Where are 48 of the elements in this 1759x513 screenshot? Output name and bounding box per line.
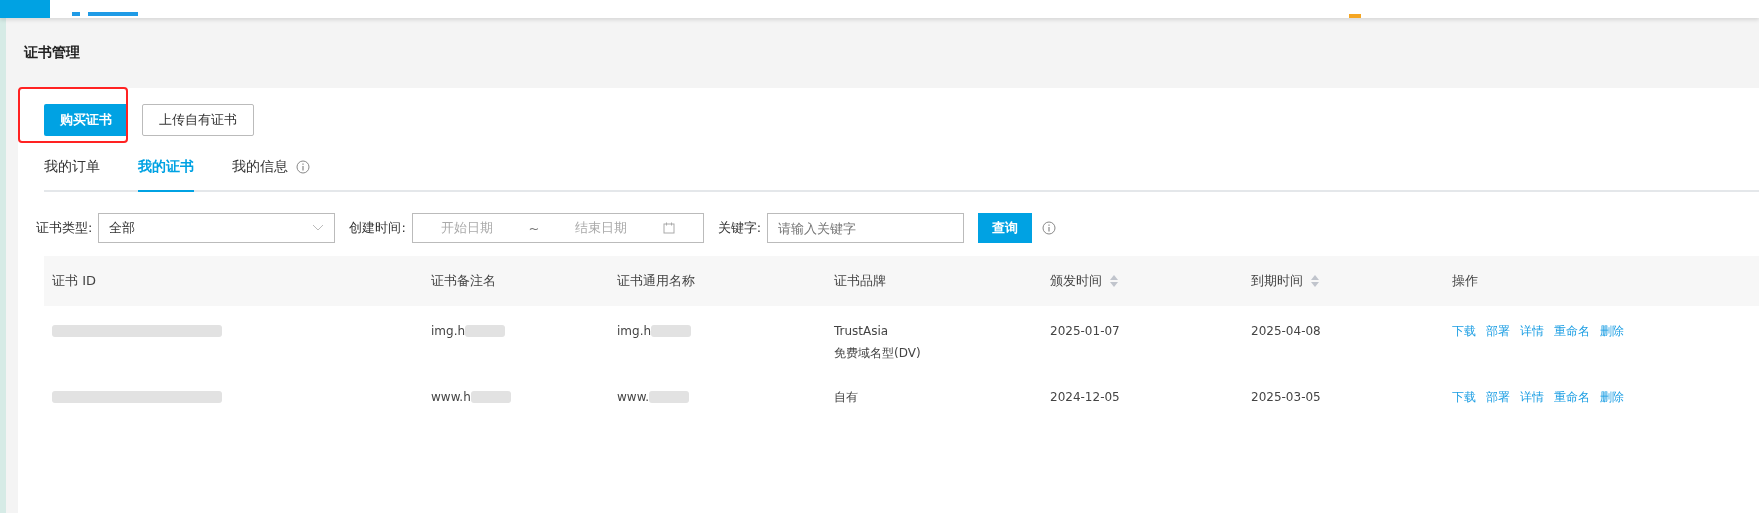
table-cell: 2024-12-05 [1050, 390, 1120, 404]
column-header: 证书通用名称 [617, 272, 695, 290]
table-cell: img.h [431, 324, 466, 338]
filter-label: 创建时间: [349, 219, 406, 237]
action-link[interactable]: 详情 [1520, 389, 1544, 406]
type-select[interactable]: 全部 [98, 213, 336, 243]
tab[interactable]: 我的信息 [232, 158, 288, 192]
calendar-icon [662, 222, 675, 234]
column-header[interactable]: 颁发时间 [1050, 272, 1118, 290]
action-link[interactable]: 重命名 [1554, 323, 1590, 340]
table-cell: www.h [431, 390, 471, 404]
action-link[interactable]: 重命名 [1554, 389, 1590, 406]
table-cell: 自有 [834, 388, 858, 406]
action-link[interactable]: 下载 [1452, 323, 1476, 340]
column-header[interactable]: 到期时间 [1251, 272, 1319, 290]
query-button[interactable]: 查询 [978, 213, 1033, 243]
info-icon[interactable] [1042, 221, 1057, 235]
column-header: 操作 [1452, 272, 1478, 290]
action-link[interactable]: 部署 [1486, 323, 1510, 340]
page-title: 证书管理 [24, 44, 80, 62]
action-link[interactable]: 部署 [1486, 389, 1510, 406]
sort-icon[interactable] [1110, 275, 1118, 287]
tab[interactable]: 我的订单 [44, 158, 100, 192]
action-link[interactable]: 删除 [1600, 323, 1624, 340]
table-cell: www. [617, 390, 650, 404]
tab[interactable]: 我的证书 [138, 158, 194, 192]
date-range-field[interactable]: 开始日期 ~ 结束日期 [411, 213, 704, 243]
menu-button[interactable] [0, 0, 50, 18]
table-cell-text: 免费域名型(DV) [834, 345, 922, 362]
sort-icon[interactable] [1311, 275, 1319, 287]
table-cell: img.h [617, 324, 652, 338]
toolbar-button[interactable]: 购买证书 [44, 104, 128, 136]
keyword-field[interactable]: 请输入关键字 [767, 213, 965, 243]
column-header: 证书备注名 [431, 272, 496, 290]
filter-label: 关键字: [717, 219, 762, 237]
table-cell: 2025-01-07 [1050, 324, 1120, 338]
table-cell: 2025-03-05 [1251, 390, 1321, 404]
chevron-down-icon [312, 224, 325, 232]
filter-label: 证书类型: [36, 219, 93, 237]
info-icon[interactable] [296, 160, 310, 174]
table-cell: TrustAsia [834, 324, 889, 338]
action-link[interactable]: 删除 [1600, 389, 1624, 406]
table-cell: 2025-04-08 [1251, 324, 1321, 338]
action-link[interactable]: 下载 [1452, 389, 1476, 406]
action-link[interactable]: 详情 [1520, 323, 1544, 340]
toolbar-button[interactable]: 上传自有证书 [142, 104, 254, 136]
column-header: 证书品牌 [834, 272, 886, 290]
column-header: 证书 ID [52, 272, 96, 290]
